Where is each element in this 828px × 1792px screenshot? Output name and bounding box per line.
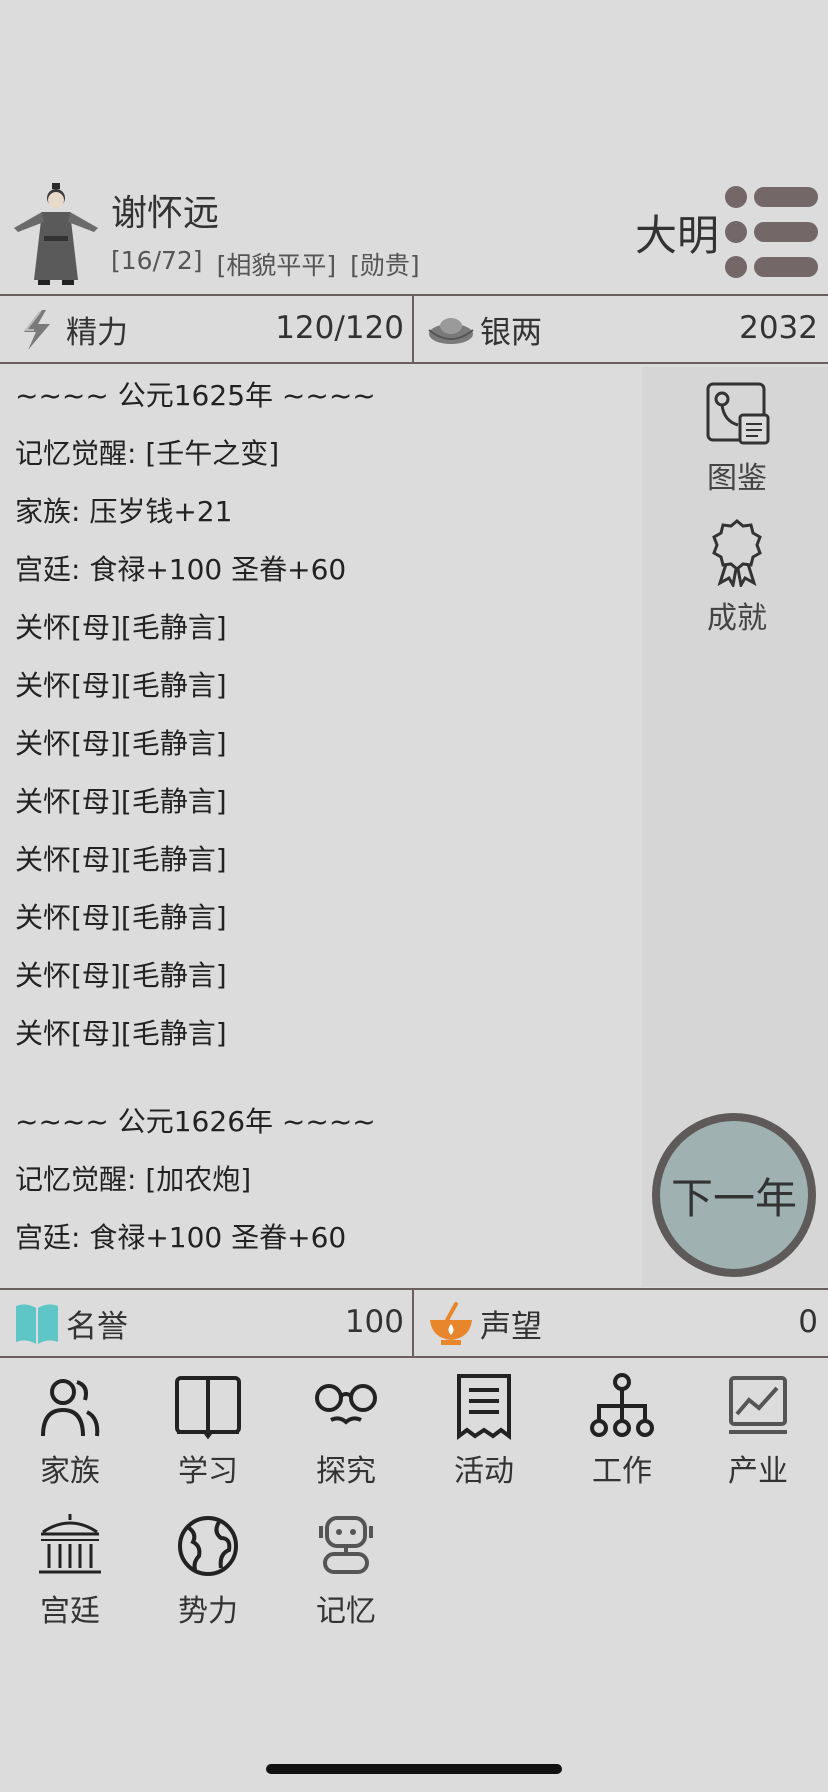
divider	[0, 362, 828, 364]
silver-ingot-icon	[428, 318, 474, 344]
log-line: 关怀[母][毛静言]	[15, 1017, 227, 1050]
log-line: 家族: 压岁钱+21	[15, 495, 233, 528]
next-year-label: 下一年	[670, 1173, 797, 1223]
log-line: 宫廷: 食禄+100 圣眷+60	[15, 1221, 347, 1254]
achievement-button[interactable]: 成就	[682, 517, 792, 637]
collection-button[interactable]: 图鉴	[682, 381, 792, 497]
log-line: 关怀[母][毛静言]	[15, 785, 227, 818]
log-line: 记忆觉醒: [壬午之变]	[15, 437, 280, 470]
nav-item-industry[interactable]: 产业	[689, 1372, 827, 1490]
nav-item-court[interactable]: 宫廷	[1, 1512, 139, 1630]
palace-icon	[39, 1514, 101, 1574]
globe-icon	[178, 1516, 238, 1576]
nav-label: 势力	[178, 1594, 238, 1629]
event-log[interactable]: ~~~~ 公元1625年 ~~~~ 记忆觉醒: [壬午之变] 家族: 压岁钱+2…	[0, 367, 640, 1287]
robot-icon	[319, 1516, 373, 1574]
log-line: 关怀[母][毛静言]	[15, 901, 227, 934]
log-spacer	[0, 1063, 640, 1093]
nav-label: 探究	[316, 1454, 376, 1489]
silver-stat: 银两	[414, 296, 542, 362]
divider	[0, 1356, 828, 1358]
nav-item-power[interactable]: 势力	[139, 1512, 277, 1630]
honor-label: 名誉	[66, 1308, 128, 1345]
log-line: 记忆觉醒: [加农炮]	[15, 1163, 252, 1196]
dynasty-label: 大明	[635, 211, 720, 260]
nav-item-memory[interactable]: 记忆	[277, 1512, 415, 1630]
honor-value: 100	[344, 1304, 404, 1340]
log-line: 关怀[母][毛静言]	[15, 611, 227, 644]
energy-stat: 精力	[0, 296, 128, 362]
nav-item-family[interactable]: 家族	[1, 1372, 139, 1490]
prestige-label: 声望	[480, 1308, 542, 1345]
award-ribbon-icon	[712, 519, 762, 590]
honor-stat: 名誉	[0, 1290, 128, 1356]
chart-icon	[729, 1376, 787, 1434]
tag-age: [16/72]	[111, 246, 203, 275]
log-line: 关怀[母][毛静言]	[15, 959, 227, 992]
game-screen: 谢怀远 [16/72] [相貌平平] [勋贵] 大明 精力 120/120 银两…	[0, 0, 828, 1792]
book-icon	[175, 1376, 241, 1440]
nav-item-work[interactable]: 工作	[553, 1372, 691, 1490]
home-indicator[interactable]	[266, 1764, 562, 1774]
receipt-icon	[457, 1374, 511, 1440]
nav-label: 活动	[454, 1454, 514, 1489]
nav-item-study[interactable]: 学习	[139, 1372, 277, 1490]
energy-value: 120/120	[275, 310, 404, 346]
log-line: 关怀[母][毛静言]	[15, 669, 227, 702]
nav-label: 记忆	[316, 1594, 376, 1629]
lightning-icon	[23, 310, 50, 350]
prestige-value: 0	[798, 1304, 818, 1340]
nav-item-activity[interactable]: 活动	[415, 1372, 553, 1490]
stats-top-row: 精力 120/120 银两 2032	[0, 296, 828, 362]
next-year-button[interactable]: 下一年	[652, 1113, 816, 1277]
stats-bottom-row: 名誉 100 声望 0	[0, 1290, 828, 1356]
prestige-stat: 声望	[414, 1290, 542, 1356]
nav-label: 宫廷	[40, 1594, 100, 1629]
nav-label: 家族	[40, 1454, 100, 1489]
mortar-bowl-icon	[430, 1302, 472, 1345]
character-name: 谢怀远	[111, 193, 220, 234]
log-line: 关怀[母][毛静言]	[15, 843, 227, 876]
collection-label: 图鉴	[707, 461, 767, 496]
tag-looks: [相貌平平]	[216, 251, 337, 280]
nav-label: 产业	[728, 1454, 788, 1489]
energy-label: 精力	[66, 314, 128, 351]
log-year-heading: ~~~~ 公元1626年 ~~~~	[15, 1105, 376, 1138]
menu-icon[interactable]	[724, 184, 820, 280]
nav-item-research[interactable]: 探究	[277, 1372, 415, 1490]
org-chart-icon	[590, 1373, 654, 1437]
glasses-icon	[315, 1384, 377, 1425]
silver-label: 银两	[480, 314, 542, 351]
silver-value: 2032	[739, 310, 818, 346]
character-header: 谢怀远 [16/72] [相貌平平] [勋贵] 大明	[0, 170, 828, 295]
character-avatar[interactable]	[8, 180, 104, 286]
family-icon	[41, 1379, 100, 1437]
log-year-heading: ~~~~ 公元1625年 ~~~~	[15, 379, 376, 412]
character-tags: [16/72] [相貌平平] [勋贵]	[111, 246, 420, 282]
log-line: 宫廷: 食禄+100 圣眷+60	[15, 553, 347, 586]
collection-icon	[706, 382, 770, 445]
nav-label: 学习	[178, 1454, 238, 1489]
nav-label: 工作	[592, 1454, 652, 1489]
log-line: 关怀[母][毛静言]	[15, 727, 227, 760]
achievement-label: 成就	[707, 601, 767, 636]
tag-class: [勋贵]	[350, 251, 420, 280]
book-icon	[16, 1304, 58, 1344]
